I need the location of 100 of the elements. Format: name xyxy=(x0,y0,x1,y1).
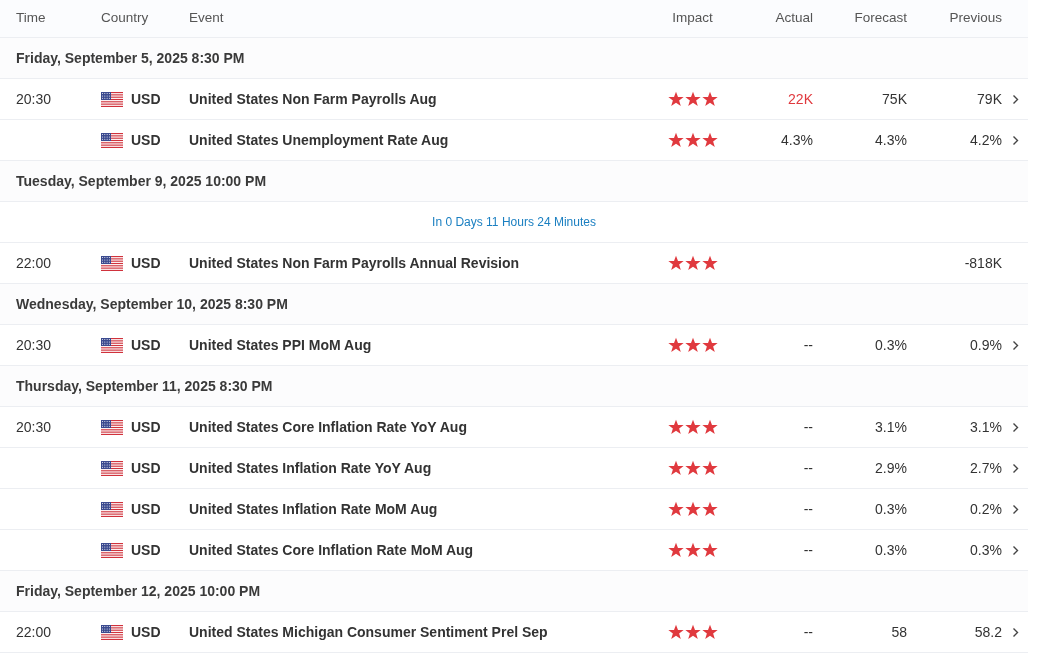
actual-value: -- xyxy=(803,540,813,560)
star-icon xyxy=(667,624,684,640)
flag-icon xyxy=(101,624,123,640)
column-header: Country xyxy=(101,9,150,28)
star-icon xyxy=(684,91,701,107)
forecast-value: 3.1% xyxy=(875,417,907,437)
currency-text: USD xyxy=(131,89,161,109)
star-icon xyxy=(667,542,684,558)
event-name[interactable]: United States Unemployment Rate Aug xyxy=(189,129,640,151)
star-icon xyxy=(701,337,718,353)
column-header: Forecast xyxy=(854,9,907,28)
event-name[interactable]: United States Core Inflation Rate MoM Aug xyxy=(189,539,640,561)
column-header: Actual xyxy=(775,9,813,28)
currency-text: USD xyxy=(131,130,161,150)
currency-text: USD xyxy=(131,335,161,355)
flag-icon xyxy=(101,460,123,476)
currency-text: USD xyxy=(131,622,161,642)
flag-icon xyxy=(101,542,123,558)
countdown-text: In 0 Days 11 Hours 24 Minutes xyxy=(432,214,596,231)
time-text: 20:30 xyxy=(16,89,53,109)
chevron-right-icon[interactable] xyxy=(1011,544,1019,556)
forecast-value: 0.3% xyxy=(875,335,907,355)
date-heading: Friday, September 5, 2025 8:30 PM xyxy=(16,48,245,68)
actual-value: -- xyxy=(803,622,813,642)
star-icon xyxy=(684,501,701,517)
star-icon xyxy=(667,419,684,435)
flag-icon xyxy=(101,337,123,353)
forecast-value: 58 xyxy=(891,622,907,642)
currency-text: USD xyxy=(131,458,161,478)
actual-value: -- xyxy=(803,458,813,478)
date-heading: Friday, September 12, 2025 10:00 PM xyxy=(16,581,261,601)
star-icon xyxy=(684,337,701,353)
previous-value: 4.2% xyxy=(970,130,1002,150)
forecast-value: 0.3% xyxy=(875,540,907,560)
chevron-right-icon[interactable] xyxy=(1011,503,1019,515)
flag-icon xyxy=(101,419,123,435)
star-icon xyxy=(701,501,718,517)
time-text: 20:30 xyxy=(16,417,53,437)
date-heading: Thursday, September 11, 2025 8:30 PM xyxy=(16,376,273,396)
chevron-right-icon[interactable] xyxy=(1011,339,1019,351)
column-header: Time xyxy=(16,9,47,28)
star-icon xyxy=(667,337,684,353)
star-icon xyxy=(667,255,684,271)
currency-text: USD xyxy=(131,499,161,519)
previous-value: 0.3% xyxy=(970,540,1002,560)
star-icon xyxy=(684,132,701,148)
forecast-value: 4.3% xyxy=(875,130,907,150)
previous-value: 79K xyxy=(977,89,1002,109)
star-icon xyxy=(701,91,718,107)
star-icon xyxy=(701,542,718,558)
forecast-value: 0.3% xyxy=(875,499,907,519)
event-name[interactable]: United States Inflation Rate MoM Aug xyxy=(189,498,640,520)
forecast-value: 2.9% xyxy=(875,458,907,478)
star-icon xyxy=(684,624,701,640)
previous-value: 3.1% xyxy=(970,417,1002,437)
flag-icon xyxy=(101,255,123,271)
actual-value: -- xyxy=(803,499,813,519)
previous-value: -818K xyxy=(964,253,1002,273)
star-icon xyxy=(684,542,701,558)
event-name[interactable]: United States PPI MoM Aug xyxy=(189,334,640,356)
currency-text: USD xyxy=(131,253,161,273)
chevron-right-icon[interactable] xyxy=(1011,421,1019,433)
date-heading: Wednesday, September 10, 2025 8:30 PM xyxy=(16,294,288,314)
star-icon xyxy=(701,460,718,476)
actual-value: 22K xyxy=(788,89,813,109)
star-icon xyxy=(667,460,684,476)
event-name[interactable]: United States Non Farm Payrolls Aug xyxy=(189,88,640,110)
previous-value: 0.2% xyxy=(970,499,1002,519)
event-name[interactable]: United States Core Inflation Rate YoY Aug xyxy=(189,416,640,438)
event-name[interactable]: United States Non Farm Payrolls Annual Revision xyxy=(189,252,640,274)
actual-value: 4.3% xyxy=(781,130,813,150)
star-icon xyxy=(684,419,701,435)
time-text: 20:30 xyxy=(16,335,53,355)
chevron-right-icon[interactable] xyxy=(1011,462,1019,474)
column-header: Impact xyxy=(672,9,713,28)
flag-icon xyxy=(101,91,123,107)
star-icon xyxy=(701,255,718,271)
column-header: Event xyxy=(189,9,225,28)
currency-text: USD xyxy=(131,417,161,437)
actual-value: -- xyxy=(803,335,813,355)
star-icon xyxy=(684,460,701,476)
star-icon xyxy=(667,501,684,517)
event-name[interactable]: United States Inflation Rate YoY Aug xyxy=(189,457,640,479)
previous-value: 0.9% xyxy=(970,335,1002,355)
star-icon xyxy=(701,419,718,435)
previous-value: 58.2 xyxy=(974,622,1002,642)
actual-value: -- xyxy=(803,417,813,437)
flag-icon xyxy=(101,132,123,148)
time-text: 22:00 xyxy=(16,622,53,642)
star-icon xyxy=(667,91,684,107)
flag-icon xyxy=(101,501,123,517)
chevron-right-icon[interactable] xyxy=(1011,134,1019,146)
event-name[interactable]: United States Michigan Consumer Sentiment Prel Sep xyxy=(189,621,640,643)
time-text: 22:00 xyxy=(16,253,53,273)
chevron-right-icon[interactable] xyxy=(1011,93,1019,105)
column-header: Previous xyxy=(949,9,1002,28)
star-icon xyxy=(701,624,718,640)
chevron-right-icon[interactable] xyxy=(1011,626,1019,638)
previous-value: 2.7% xyxy=(970,458,1002,478)
star-icon xyxy=(684,255,701,271)
